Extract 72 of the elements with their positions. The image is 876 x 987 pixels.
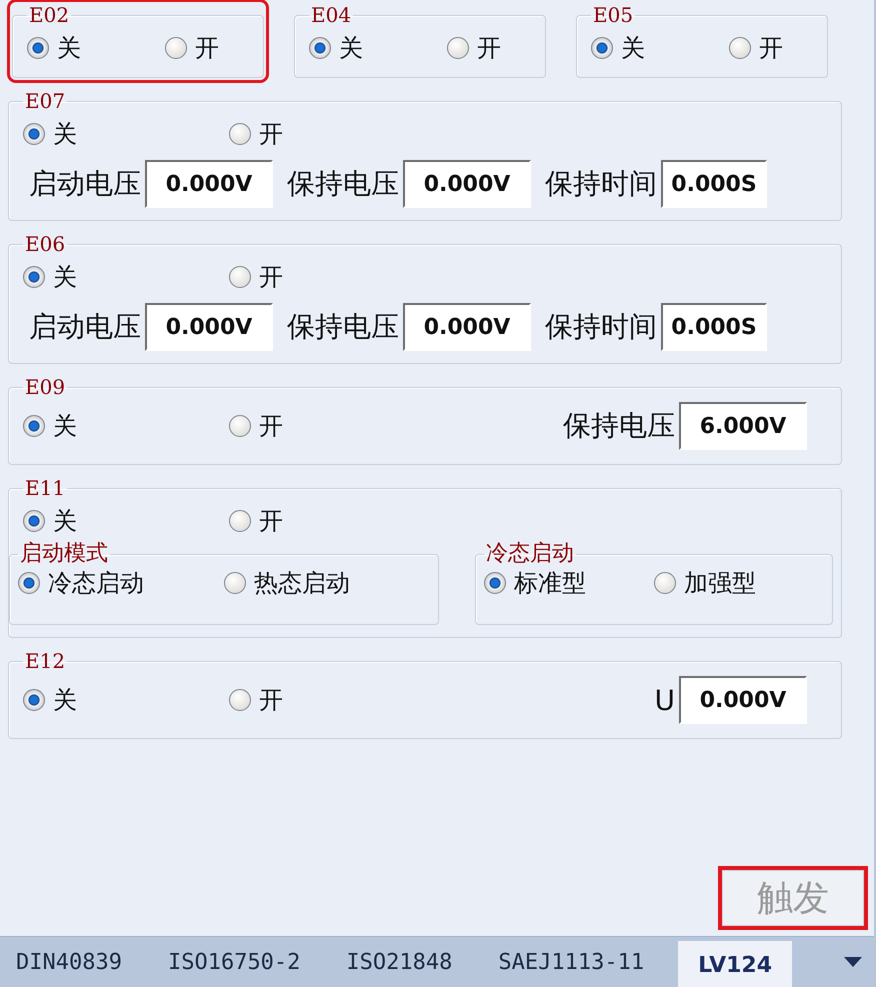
group-title: 启动模式 (19, 543, 109, 565)
value-field[interactable]: 0.000S (661, 303, 767, 351)
radio-icon[interactable] (23, 689, 45, 711)
radio-icon[interactable] (229, 689, 251, 711)
radio-option[interactable]: 关 (309, 30, 447, 66)
value-field[interactable]: 0.000V (145, 160, 273, 208)
radio-icon[interactable] (224, 572, 246, 594)
radio-option[interactable]: 开 (165, 30, 245, 66)
dropdown-arrow-icon[interactable] (844, 957, 862, 967)
field-label: U (654, 684, 675, 716)
radio-option[interactable]: 加强型 (654, 565, 824, 601)
group-title: E05 (592, 4, 634, 26)
radio-option[interactable]: 标准型 (484, 565, 654, 601)
radio-option[interactable]: 关 (23, 116, 229, 152)
radio-icon[interactable] (229, 415, 251, 437)
group-title: E02 (28, 4, 70, 26)
radio-icon[interactable] (654, 572, 676, 594)
field-label: 启动电压 (29, 166, 141, 202)
radio-icon[interactable] (484, 572, 506, 594)
field-label: 保持时间 (545, 166, 657, 202)
value-field[interactable]: 0.000V (145, 303, 273, 351)
radio-icon[interactable] (18, 572, 40, 594)
group-title: E06 (24, 233, 66, 255)
group-title: E04 (310, 4, 352, 26)
radio-option[interactable]: 开 (229, 259, 435, 295)
value-field[interactable]: 0.000V (679, 676, 807, 724)
radio-option[interactable]: 开 (229, 503, 435, 539)
field-label: 保持时间 (545, 309, 657, 345)
field-label: 保持电压 (287, 309, 399, 345)
field-label: 保持电压 (563, 408, 675, 444)
radio-icon[interactable] (27, 37, 49, 59)
field-label: 保持电压 (287, 166, 399, 202)
radio-icon[interactable] (23, 123, 45, 145)
radio-option[interactable]: 开 (729, 30, 809, 66)
radio-icon[interactable] (447, 37, 469, 59)
tab[interactable]: SAEJ1113-11 (486, 940, 656, 984)
tab[interactable]: ISO16750-2 (156, 940, 312, 984)
value-field[interactable]: 0.000S (661, 160, 767, 208)
radio-icon[interactable] (729, 37, 751, 59)
value-field[interactable]: 0.000V (403, 303, 531, 351)
radio-icon[interactable] (229, 123, 251, 145)
radio-icon[interactable] (165, 37, 187, 59)
tab[interactable]: LV124 (678, 941, 792, 987)
field-label: 启动电压 (29, 309, 141, 345)
radio-option[interactable]: 开 (229, 682, 435, 718)
radio-icon[interactable] (23, 415, 45, 437)
group-title: E09 (24, 376, 66, 398)
radio-option[interactable]: 开 (229, 116, 435, 152)
radio-icon[interactable] (309, 37, 331, 59)
radio-icon[interactable] (23, 510, 45, 532)
radio-icon[interactable] (229, 510, 251, 532)
radio-option[interactable]: 关 (23, 682, 229, 718)
radio-option[interactable]: 热态启动 (224, 565, 430, 601)
group-title: E11 (24, 477, 66, 499)
group-title: 冷态启动 (485, 543, 575, 565)
radio-icon[interactable] (23, 266, 45, 288)
tab[interactable]: DIN40839 (4, 940, 134, 984)
value-field[interactable]: 6.000V (679, 402, 807, 450)
radio-option[interactable]: 开 (447, 30, 527, 66)
radio-option[interactable]: 关 (23, 259, 229, 295)
radio-option[interactable]: 关 (27, 30, 165, 66)
group-title: E12 (24, 650, 66, 672)
value-field[interactable]: 0.000V (403, 160, 531, 208)
radio-option[interactable]: 关 (23, 503, 229, 539)
radio-option[interactable]: 关 (23, 408, 229, 444)
radio-option[interactable]: 冷态启动 (18, 565, 224, 601)
radio-icon[interactable] (229, 266, 251, 288)
radio-icon[interactable] (591, 37, 613, 59)
tab[interactable]: ISO21848 (334, 940, 464, 984)
radio-option[interactable]: 开 (229, 408, 435, 444)
radio-option[interactable]: 关 (591, 30, 729, 66)
group-title: E07 (24, 90, 66, 112)
